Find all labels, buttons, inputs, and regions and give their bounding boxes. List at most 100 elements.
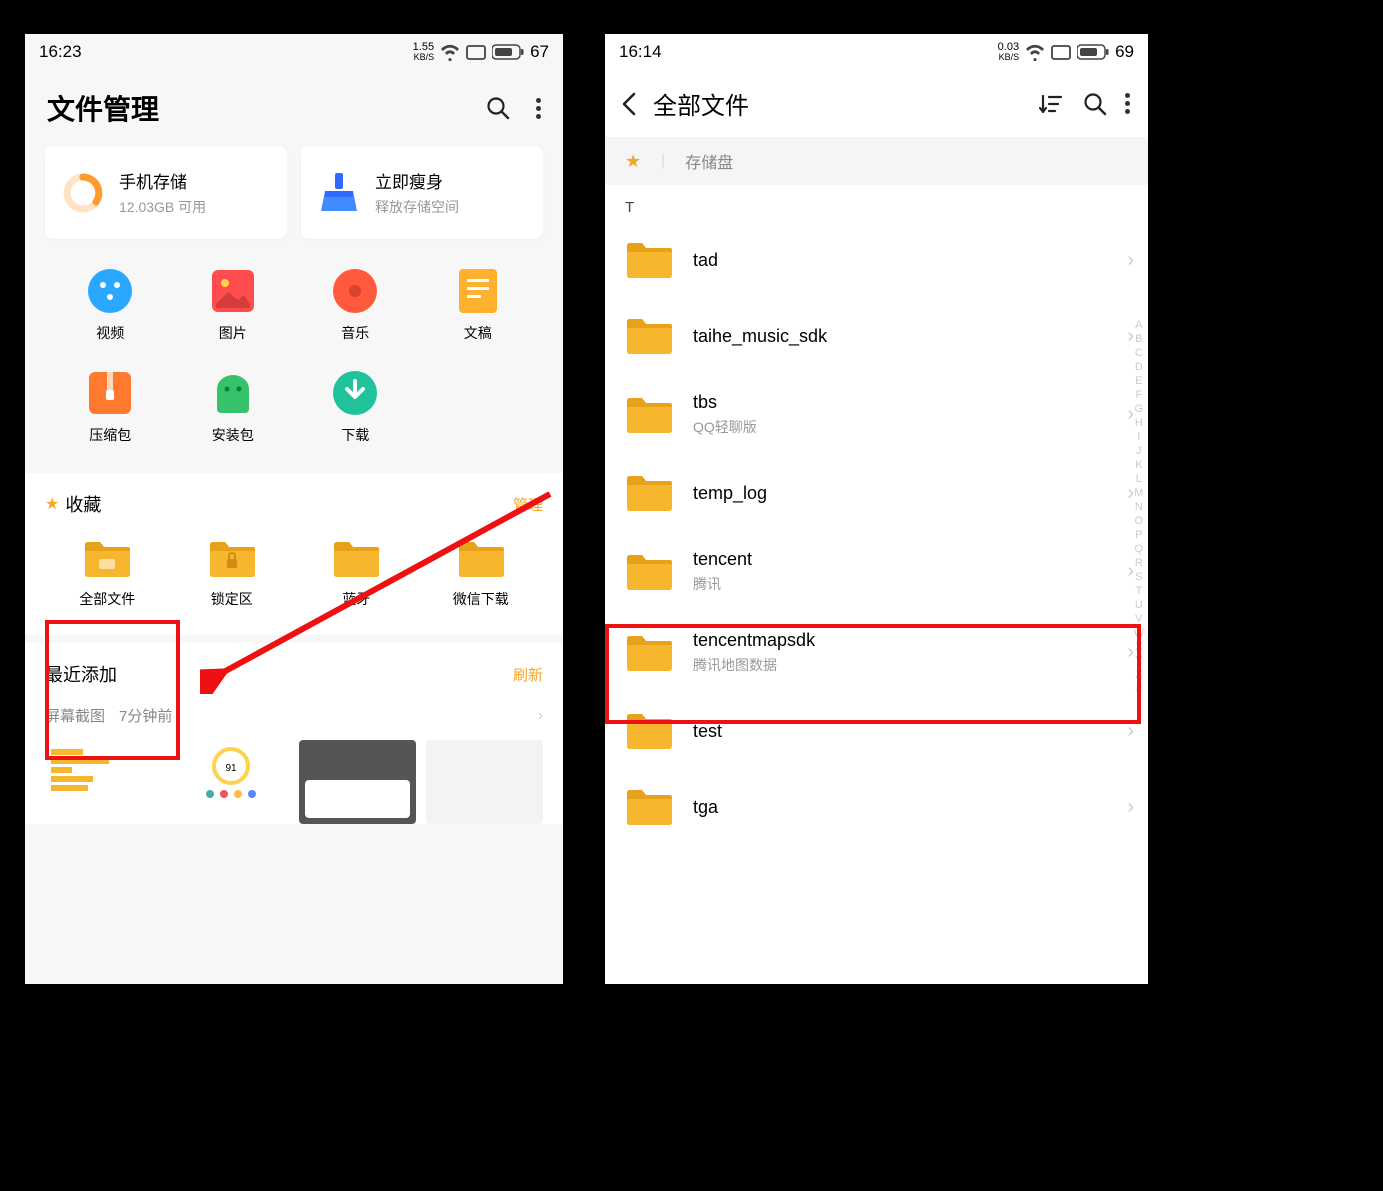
separator: | [661, 152, 665, 170]
favorites-section: ★收藏 管理 全部文件 锁定区 蓝牙 微信下载 [25, 473, 563, 635]
thumbnail[interactable]: 91 [172, 740, 289, 824]
alpha-index-letter[interactable]: H [1135, 417, 1143, 429]
download-icon [333, 371, 377, 415]
search-icon[interactable] [486, 96, 510, 120]
star-icon: ★ [45, 494, 59, 514]
cat-music[interactable]: 音乐 [294, 269, 417, 343]
alpha-index-letter[interactable]: Z [1135, 669, 1142, 681]
folder-row[interactable]: taihe_music_sdk› [625, 298, 1148, 374]
alpha-index-letter[interactable]: E [1135, 375, 1142, 387]
battery-icon [1077, 44, 1109, 60]
more-icon[interactable] [1125, 93, 1130, 114]
more-icon[interactable] [536, 98, 541, 119]
folder-name: test [693, 721, 1107, 742]
search-icon[interactable] [1081, 92, 1109, 116]
folder-name: tad [693, 250, 1107, 271]
thumbnail[interactable] [426, 740, 543, 824]
alpha-index-letter[interactable]: P [1135, 529, 1142, 541]
folder-icon [625, 473, 673, 513]
alpha-index-letter[interactable]: N [1135, 501, 1143, 513]
alpha-index-letter[interactable]: L [1136, 473, 1142, 485]
favorites-manage[interactable]: 管理 [513, 494, 543, 515]
alpha-index-letter[interactable]: D [1135, 361, 1143, 373]
thumbnail[interactable] [45, 740, 162, 824]
alpha-index-letter[interactable]: J [1136, 445, 1142, 457]
storage-subtitle: 12.03GB 可用 [119, 197, 206, 217]
folder-lock-icon [208, 539, 256, 579]
alpha-index-letter[interactable]: W [1134, 627, 1144, 639]
cat-video[interactable]: 视频 [49, 269, 172, 343]
status-time: 16:23 [39, 42, 82, 62]
broom-icon [317, 171, 361, 215]
folder-name: tga [693, 797, 1107, 818]
clean-card[interactable]: 立即瘦身 释放存储空间 [301, 146, 543, 239]
fav-lock[interactable]: 锁定区 [170, 531, 295, 621]
cat-image[interactable]: 图片 [172, 269, 295, 343]
status-bar: 16:14 0.03KB/S 69 [605, 34, 1148, 70]
cat-apk[interactable]: 安装包 [172, 371, 295, 445]
folder-row[interactable]: tencentmapsdk腾讯地图数据› [625, 612, 1148, 693]
alpha-index-letter[interactable]: U [1135, 599, 1143, 611]
alpha-index-letter[interactable]: I [1137, 431, 1140, 443]
alpha-index-letter[interactable]: M [1134, 487, 1143, 499]
cat-zip[interactable]: 压缩包 [49, 371, 172, 445]
alpha-index-letter[interactable]: T [1135, 585, 1142, 597]
breadcrumb[interactable]: ★ | 存储盘 [605, 137, 1148, 185]
section-letter: T [605, 185, 1148, 222]
recent-source-row[interactable]: 屏幕截图 7分钟前 › [45, 701, 543, 736]
fav-bluetooth[interactable]: 蓝牙 [294, 531, 419, 621]
sort-icon[interactable] [1037, 92, 1065, 116]
recent-thumbnails: 91 [45, 736, 543, 824]
alpha-index-letter[interactable]: F [1135, 389, 1142, 401]
folder-row[interactable]: tga› [625, 769, 1148, 845]
folder-row[interactable]: test› [625, 693, 1148, 769]
alpha-index-letter[interactable]: # [1136, 683, 1142, 695]
recent-title: 最近添加 [45, 661, 117, 687]
page-title: 全部文件 [653, 86, 749, 121]
clean-title: 立即瘦身 [375, 168, 459, 193]
alpha-index-letter[interactable]: Q [1135, 543, 1144, 555]
thumbnail[interactable] [299, 740, 416, 824]
screenshot-left: 16:23 1.55KB/S 67 文件管理 手机存储 12.03GB 可用 [25, 34, 563, 984]
alpha-index-letter[interactable]: A [1135, 319, 1142, 331]
fav-all-files[interactable]: 全部文件 [45, 531, 170, 621]
folder-row[interactable]: tencent腾讯› [625, 531, 1148, 612]
folder-row[interactable]: temp_log› [625, 455, 1148, 531]
battery-pct: 67 [530, 42, 549, 62]
back-icon[interactable] [615, 91, 643, 117]
folder-icon [625, 787, 673, 827]
folder-row[interactable]: tad› [625, 222, 1148, 298]
alpha-index-letter[interactable]: O [1135, 515, 1144, 527]
fav-wechat[interactable]: 微信下载 [419, 531, 544, 621]
folder-name: tbs [693, 392, 1107, 413]
music-icon [333, 269, 377, 313]
alpha-index[interactable]: ABCDEFGHIJKLMNOPQRSTUVWXYZ # [1134, 319, 1144, 695]
storage-card[interactable]: 手机存储 12.03GB 可用 [45, 146, 287, 239]
doc-icon [456, 269, 500, 313]
alpha-index-letter[interactable]: Y [1135, 655, 1142, 667]
header: 全部文件 [605, 70, 1148, 137]
video-icon [88, 269, 132, 313]
folder-row[interactable]: tbsQQ轻聊版› [625, 374, 1148, 455]
category-grid: 视频 图片 音乐 文稿 压缩包 安装包 下载 [25, 239, 563, 465]
alpha-index-letter[interactable]: V [1135, 613, 1142, 625]
alpha-index-letter[interactable]: X [1135, 641, 1142, 653]
cat-download[interactable]: 下载 [294, 371, 417, 445]
alpha-index-letter[interactable]: B [1135, 333, 1142, 345]
cat-doc[interactable]: 文稿 [417, 269, 540, 343]
alpha-index-letter[interactable]: K [1135, 459, 1142, 471]
recent-source: 屏幕截图 [45, 705, 105, 726]
alpha-index-letter[interactable]: C [1135, 347, 1143, 359]
screenshot-right: 16:14 0.03KB/S 69 全部文件 ★ | 存储盘 T tad›tai… [605, 34, 1148, 984]
alpha-index-letter[interactable]: S [1135, 571, 1142, 583]
recent-refresh[interactable]: 刷新 [513, 664, 543, 685]
folder-subtitle: 腾讯 [693, 574, 1107, 594]
net-speed: 0.03KB/S [998, 42, 1019, 62]
folder-name: taihe_music_sdk [693, 326, 1107, 347]
recent-section: 最近添加 刷新 屏幕截图 7分钟前 › 91 [25, 643, 563, 824]
apk-icon [211, 371, 255, 415]
wifi-icon [440, 43, 460, 61]
star-icon: ★ [625, 151, 641, 172]
alpha-index-letter[interactable]: R [1135, 557, 1143, 569]
alpha-index-letter[interactable]: G [1135, 403, 1144, 415]
